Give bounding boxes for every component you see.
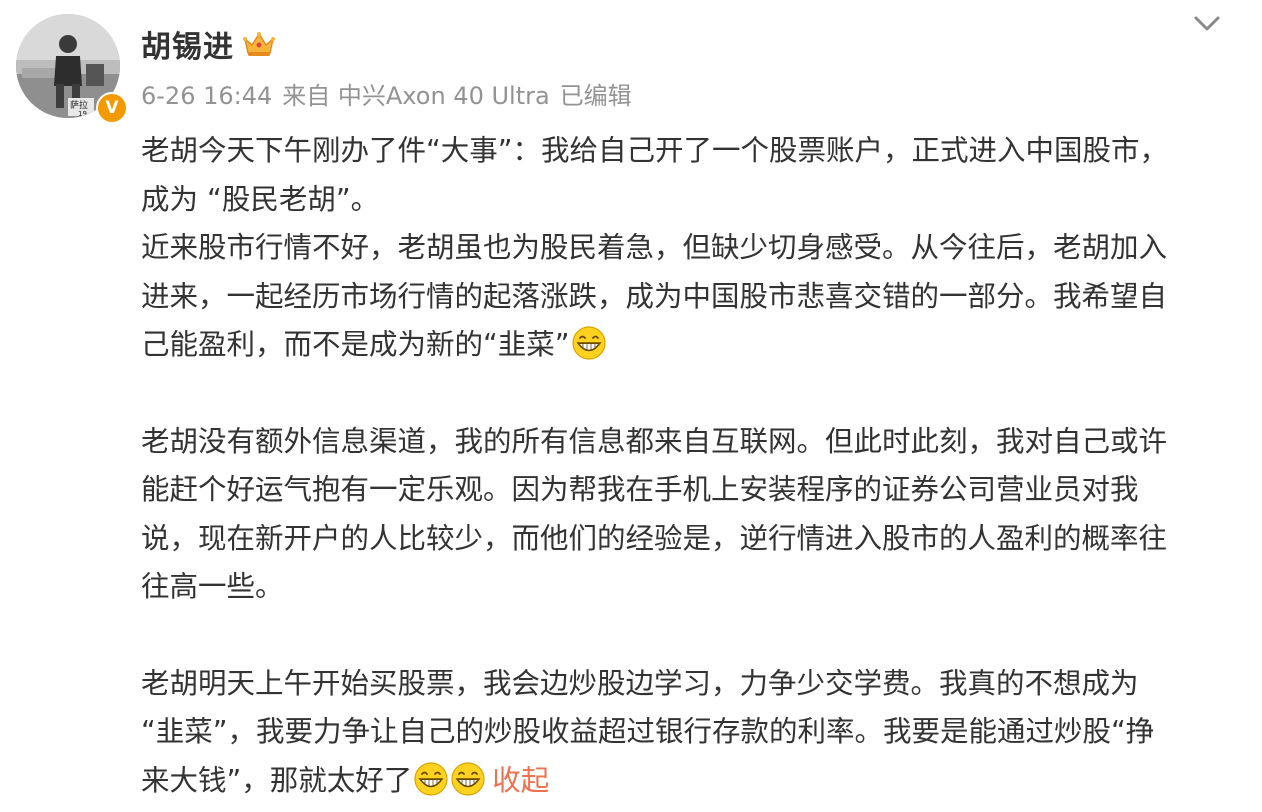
chevron-down-icon[interactable] bbox=[1190, 10, 1224, 36]
post-body: 老胡今天下午刚办了件“大事”：我给自己开了一个股票账户，正式进入中国股市， 成为… bbox=[141, 127, 1226, 805]
text-line: “韭菜”，我要力争让自己的炒股收益超过银行存款的利率。我要是能通过炒股“挣 bbox=[141, 715, 1155, 748]
post-meta: 6-26 16:44 来自 中兴Axon 40 Ultra 已编辑 bbox=[141, 76, 642, 111]
edited-label[interactable]: 已编辑 bbox=[560, 82, 632, 110]
avatar-number: 19 bbox=[78, 110, 87, 118]
text-line: 进来，一起经历市场行情的起落涨跌，成为中国股市悲喜交错的一部分。我希望自 bbox=[141, 279, 1168, 313]
paragraph-2: 老胡没有额外信息渠道，我的所有信息都来自互联网。但此时此刻，我对自己或许 能赶个… bbox=[141, 418, 1226, 612]
text-line: 来大钱”，那就太好了 收起 bbox=[141, 757, 1226, 806]
paragraph-3: 老胡明天上午开始买股票，我会边炒股边学习，力争少交学费。我真的不想成为 “韭菜”… bbox=[141, 660, 1226, 806]
paragraph-1: 老胡今天下午刚办了件“大事”：我给自己开了一个股票账户，正式进入中国股市， 成为… bbox=[141, 127, 1226, 370]
crown-icon[interactable] bbox=[242, 30, 276, 58]
text-line: 老胡明天上午开始买股票，我会边炒股边学习，力争少交学费。我真的不想成为 bbox=[141, 666, 1139, 700]
post-time[interactable]: 6-26 16:44 bbox=[141, 82, 272, 110]
verified-badge: V bbox=[96, 92, 128, 124]
text-line: 己能盈利，而不是成为新的“韭菜” bbox=[141, 321, 1226, 370]
text-line: 老胡没有额外信息渠道，我的所有信息都来自互联网。但此时此刻，我对自己或许 bbox=[141, 424, 1168, 458]
text-line: 往高一些。 bbox=[141, 570, 284, 603]
weibo-post: 萨拉 19 V 胡锡进 6-26 16:44 来自 中兴Axon 40 Ultra… bbox=[0, 0, 1262, 812]
text-line: 成为 “股民老胡”。 bbox=[141, 182, 380, 216]
author-name[interactable]: 胡锡进 bbox=[141, 22, 234, 66]
author-row: 胡锡进 bbox=[141, 22, 276, 66]
text-line: 说，现在新开户的人比较少，而他们的经验是，逆行情进入股市的人盈利的概率往 bbox=[141, 521, 1168, 555]
text-line: 近来股市行情不好，老胡虽也为股民着急，但缺少切身感受。从今往后，老胡加入 bbox=[141, 231, 1168, 264]
post-source: 来自 中兴Axon 40 Ultra bbox=[282, 82, 550, 110]
text-line: 老胡今天下午刚办了件“大事”：我给自己开了一个股票账户，正式进入中国股市， bbox=[141, 134, 1169, 167]
avatar[interactable]: 萨拉 19 V bbox=[16, 14, 128, 124]
text-segment: 来大钱”，那就太好了 bbox=[141, 763, 413, 797]
grin-emoji-icon bbox=[451, 761, 485, 796]
text-segment: 己能盈利，而不是成为新的“韭菜” bbox=[141, 328, 570, 361]
grin-emoji-icon bbox=[414, 761, 448, 796]
grin-emoji-icon bbox=[571, 326, 606, 360]
collapse-link[interactable]: 收起 bbox=[492, 764, 549, 797]
text-line: 能赶个好运气抱有一定乐观。因为帮我在手机上安装程序的证券公司营业员对我 bbox=[141, 473, 1139, 506]
